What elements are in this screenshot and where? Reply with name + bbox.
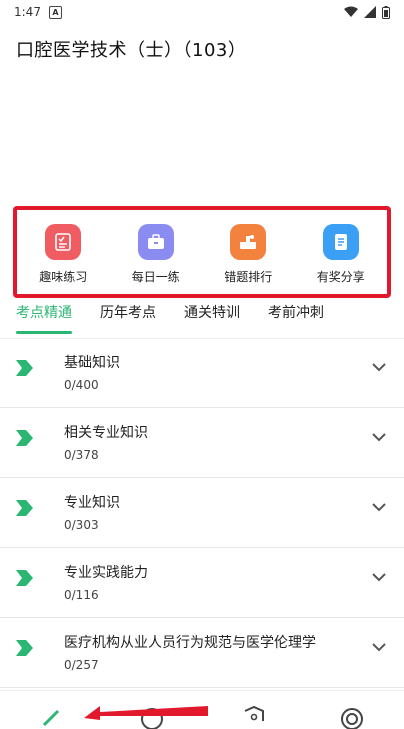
- status-bar: 1:47 A: [0, 0, 404, 24]
- shield-icon[interactable]: [242, 705, 266, 729]
- feature-label: 错题排行: [224, 269, 273, 284]
- flag-icon: [16, 500, 33, 516]
- flag-icon: [16, 570, 33, 586]
- list-item[interactable]: 专业知识 0/303: [0, 478, 404, 548]
- list-item-title: 医疗机构从业人员行为规范与医学伦理学: [64, 635, 316, 651]
- chevron-down-icon[interactable]: [372, 362, 386, 372]
- feature-fun-practice[interactable]: 趣味练习: [23, 223, 103, 285]
- feature-shortcuts: 趣味练习 每日一练 错题排行 有奖分享: [13, 206, 391, 298]
- chevron-down-icon[interactable]: [372, 432, 386, 442]
- pencil-icon[interactable]: [40, 705, 64, 729]
- profile-icon[interactable]: [340, 705, 364, 729]
- list-item-title: 专业实践能力: [64, 565, 148, 581]
- battery-icon: [382, 5, 390, 19]
- list-item-text: 医疗机构从业人员行为规范与医学伦理学 0/257: [64, 632, 316, 672]
- list-item[interactable]: 专业实践能力 0/116: [0, 548, 404, 618]
- list-item-text: 专业实践能力 0/116: [64, 562, 148, 602]
- status-right: [344, 5, 390, 19]
- list-item-progress: 0/257: [64, 658, 99, 672]
- annotation-arrow-icon: [84, 706, 208, 720]
- signal-icon: [364, 6, 376, 18]
- tab-key-points[interactable]: 考点精通: [16, 298, 72, 334]
- list-item-progress: 0/116: [64, 588, 99, 602]
- list-item[interactable]: 相关专业知识 0/378: [0, 408, 404, 478]
- wifi-icon: [344, 6, 358, 17]
- flag-icon: [16, 430, 33, 446]
- tab-past-points[interactable]: 历年考点: [100, 298, 156, 322]
- status-left: 1:47 A: [14, 5, 62, 19]
- notebook-icon: [322, 223, 359, 260]
- flag-icon: [16, 360, 33, 376]
- tab-final-sprint[interactable]: 考前冲刺: [268, 298, 324, 322]
- list-item-text: 基础知识 0/400: [64, 352, 120, 392]
- feature-label: 有奖分享: [316, 269, 365, 284]
- feature-daily-practice[interactable]: 每日一练: [116, 223, 196, 285]
- tab-special-training[interactable]: 通关特训: [184, 298, 240, 322]
- chevron-down-icon[interactable]: [372, 572, 386, 582]
- list-item-progress: 0/378: [64, 448, 99, 462]
- feature-label: 趣味练习: [39, 269, 88, 284]
- list-item-title: 基础知识: [64, 355, 120, 371]
- section-list: 基础知识 0/400 相关专业知识 0/378 专业知识 0/303 专业实践能…: [0, 338, 404, 688]
- ranking-icon: [230, 223, 267, 260]
- list-item-progress: 0/400: [64, 378, 99, 392]
- feature-label: 每日一练: [131, 269, 180, 284]
- list-item-title: 相关专业知识: [64, 425, 148, 441]
- feature-reward-share[interactable]: 有奖分享: [301, 223, 381, 285]
- list-item-title: 专业知识: [64, 495, 120, 511]
- briefcase-icon: [137, 223, 174, 260]
- list-item-progress: 0/303: [64, 518, 99, 532]
- chevron-down-icon[interactable]: [372, 502, 386, 512]
- list-item[interactable]: 基础知识 0/400: [0, 338, 404, 408]
- list-item[interactable]: 医疗机构从业人员行为规范与医学伦理学 0/257: [0, 618, 404, 688]
- tab-bar: 考点精通 历年考点 通关特训 考前冲刺: [0, 298, 404, 338]
- checklist-icon: [45, 223, 82, 260]
- list-item-text: 专业知识 0/303: [64, 492, 120, 532]
- status-time: 1:47: [14, 5, 41, 19]
- notification-a-icon: A: [48, 5, 62, 19]
- page-title: 口腔医学技术（士）（103）: [16, 40, 247, 61]
- flag-icon: [16, 640, 33, 656]
- chevron-down-icon[interactable]: [372, 642, 386, 652]
- list-item-text: 相关专业知识 0/378: [64, 422, 148, 462]
- feature-wrong-ranking[interactable]: 错题排行: [208, 223, 288, 285]
